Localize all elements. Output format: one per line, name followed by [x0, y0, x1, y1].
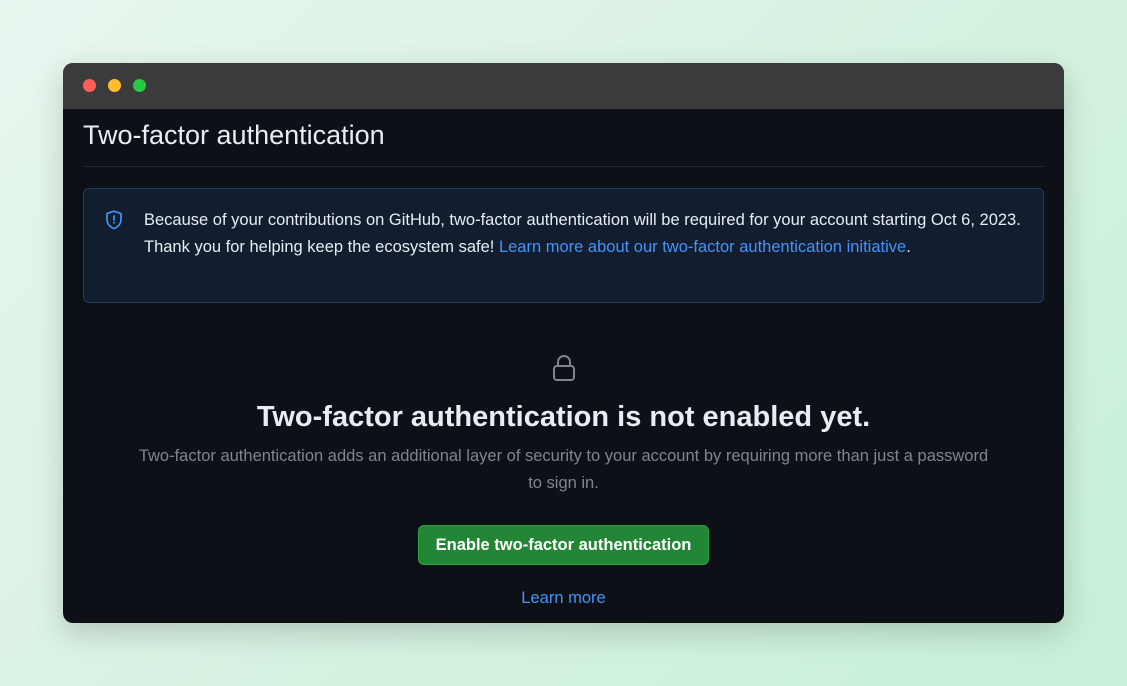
notice-learn-more-link[interactable]: Learn more about our two-factor authenti… [499, 238, 906, 256]
maximize-window-button[interactable] [133, 79, 146, 92]
page-title: Two-factor authentication [83, 120, 385, 150]
browser-window: Two-factor authentication Because of you… [63, 63, 1064, 623]
minimize-window-button[interactable] [108, 79, 121, 92]
learn-more-link[interactable]: Learn more [83, 587, 1044, 609]
page-content: Two-factor authentication Because of you… [63, 109, 1064, 609]
notice-trailing: . [906, 237, 911, 256]
enable-two-factor-button[interactable]: Enable two-factor authentication [417, 525, 710, 565]
shield-icon [106, 210, 122, 230]
window-titlebar [63, 63, 1064, 109]
lock-icon [552, 354, 575, 381]
required-2fa-notice: Because of your contributions on GitHub,… [83, 188, 1044, 303]
two-factor-empty-state: Two-factor authentication is not enabled… [83, 353, 1044, 609]
close-window-button[interactable] [83, 79, 96, 92]
empty-state-description: Two-factor authentication adds an additi… [138, 447, 989, 492]
empty-state-title: Two-factor authentication is not enabled… [256, 401, 871, 433]
page-header: Two-factor authentication [83, 109, 1044, 167]
